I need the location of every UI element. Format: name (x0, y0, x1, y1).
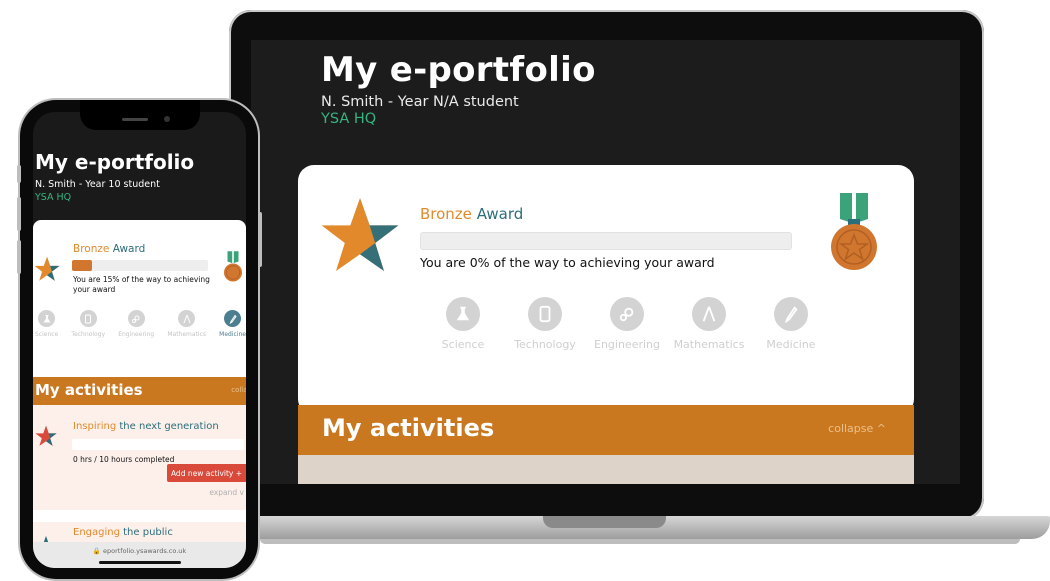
activities-header: My activities collap (33, 377, 246, 405)
activities-header: My activities collapse ^ (298, 405, 914, 455)
subject-medicine[interactable]: Medicine (219, 310, 246, 338)
activity-title-rest: the public (123, 527, 173, 538)
flask-icon (38, 310, 56, 327)
tablet-icon (79, 310, 97, 327)
compass-icon (692, 297, 726, 331)
flask-icon (446, 297, 480, 331)
award-level: Bronze (420, 205, 472, 223)
gears-icon (610, 297, 644, 331)
activity-title-rest: the next generation (119, 421, 219, 432)
subject-mathematics[interactable]: Mathematics (674, 297, 744, 351)
divider (33, 510, 246, 522)
subject-label: Mathematics (167, 331, 207, 338)
activity-list (298, 455, 914, 484)
award-star-icon (321, 198, 399, 271)
subject-engineering[interactable]: Engineering (118, 310, 154, 338)
laptop-screen: My e-portfolio N. Smith - Year N/A stude… (251, 40, 960, 484)
subject-label: Science (441, 338, 485, 351)
organisation-name: YSA HQ (321, 111, 377, 127)
subject-label: Medicine (766, 338, 816, 351)
activity-progress-bar (72, 439, 244, 450)
subject-science[interactable]: Science (428, 297, 498, 351)
laptop-trackpad-notch (543, 516, 666, 528)
bronze-medal-icon (223, 251, 243, 282)
subject-label: Science (35, 331, 59, 338)
award-card: Bronze Award You are 15% of the way to a… (33, 220, 246, 372)
award-progress-fill (72, 260, 93, 271)
add-activity-button[interactable]: Add new activity + (167, 464, 246, 482)
award-progress-text: You are 15% of the way to achieving your… (73, 275, 210, 294)
award-star-icon (34, 257, 60, 281)
subject-label: Mathematics (673, 338, 745, 351)
subject-technology[interactable]: Technology (510, 297, 580, 351)
activity-hours: 0 hrs / 10 hours completed (73, 455, 175, 464)
home-indicator[interactable] (99, 561, 181, 564)
bronze-medal-icon (831, 193, 877, 270)
student-name: N. Smith - Year N/A student (321, 94, 519, 110)
url-text: 🔒 eportfolio.ysawards.co.uk (92, 547, 187, 555)
subject-label: Technology (514, 338, 576, 351)
subject-label: Engineering (594, 338, 660, 351)
phone-screen: My e-portfolio N. Smith - Year 10 studen… (33, 112, 246, 568)
award-progress-bar (72, 260, 208, 271)
syringe-icon (224, 310, 242, 327)
compass-icon (178, 310, 196, 327)
phone-button (258, 212, 262, 267)
header: My e-portfolio N. Smith - Year N/A stude… (321, 50, 596, 127)
student-name: N. Smith - Year 10 student (35, 179, 160, 190)
subject-science[interactable]: Science (35, 310, 58, 338)
page-title: My e-portfolio (35, 150, 195, 174)
award-progress-text: You are 0% of the way to achieving your … (420, 255, 715, 270)
activity-star-icon (35, 425, 57, 446)
subject-technology[interactable]: Technology (71, 310, 105, 338)
subject-label: Medicine (219, 331, 246, 338)
laptop-base-shadow (260, 539, 1020, 544)
organisation-name: YSA HQ (35, 192, 72, 203)
activity-title: Inspiring the next generation (73, 421, 219, 432)
subject-engineering[interactable]: Engineering (592, 297, 662, 351)
activity-title-accent: Engaging (73, 527, 120, 538)
award-card: Bronze Award You are 0% of the way to ac… (298, 165, 914, 415)
speaker-icon (122, 118, 148, 121)
subject-list: Science Technology Engineering Mathemati… (428, 297, 826, 351)
page-title: My e-portfolio (321, 50, 596, 90)
activity-title: Engaging the public (73, 527, 173, 538)
subject-list: Science Technology Engineering Mathemati… (35, 310, 246, 338)
award-word: Award (476, 205, 524, 223)
phone-button (17, 197, 21, 231)
activities-heading: My activities (35, 381, 143, 399)
expand-link[interactable]: expand v (209, 488, 244, 497)
award-progress-bar (420, 232, 792, 250)
activity-title-accent: Inspiring (73, 421, 117, 432)
phone-button (17, 165, 21, 183)
award-title: Bronze Award (73, 243, 145, 255)
phone-notch (80, 100, 200, 130)
award-title: Bronze Award (420, 205, 523, 223)
subject-medicine[interactable]: Medicine (756, 297, 826, 351)
tablet-icon (528, 297, 562, 331)
award-level: Bronze (73, 243, 110, 255)
subject-label: Engineering (118, 331, 155, 338)
award-word: Award (112, 243, 146, 255)
collapse-link[interactable]: collapse ^ (828, 422, 886, 435)
camera-icon (164, 116, 170, 122)
activities-heading: My activities (322, 414, 495, 442)
gears-icon (127, 310, 145, 327)
phone-button (17, 240, 21, 274)
subject-label: Technology (71, 331, 106, 338)
syringe-icon (774, 297, 808, 331)
activity-item: Inspiring the next generation 0 hrs / 10… (33, 405, 246, 510)
subject-mathematics[interactable]: Mathematics (167, 310, 206, 338)
browser-url-bar[interactable]: 🔒 eportfolio.ysawards.co.uk (33, 542, 246, 568)
collapse-link[interactable]: collap (231, 386, 246, 394)
